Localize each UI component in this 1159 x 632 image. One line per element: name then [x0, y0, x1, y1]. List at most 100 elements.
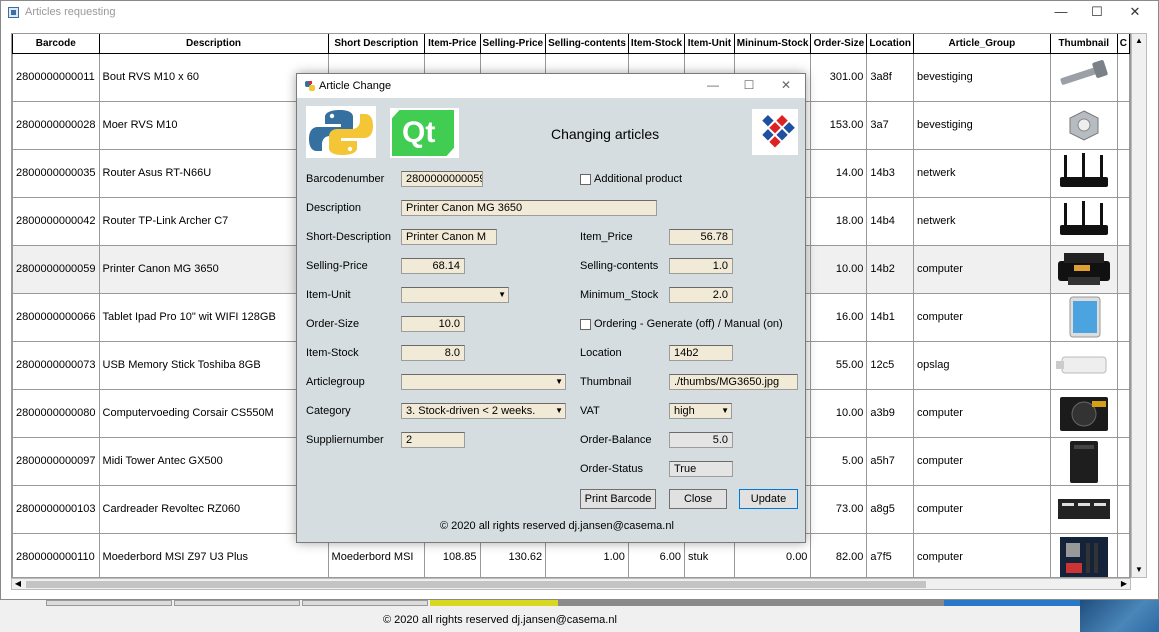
table-cell-order-size[interactable]: 55.00	[810, 340, 868, 390]
scroll-down-arrow-icon[interactable]: ▼	[1132, 563, 1146, 577]
maximize-button[interactable]: ☐	[1079, 1, 1115, 25]
suppliernumber-field[interactable]: 2	[401, 432, 465, 448]
selling-contents-field[interactable]: 1.0	[669, 258, 733, 274]
column-header[interactable]: Item-Unit	[684, 34, 735, 54]
table-cell-extra[interactable]	[1116, 388, 1130, 438]
table-cell-order-size[interactable]: 301.00	[810, 52, 868, 102]
table-cell-group[interactable]: computer	[913, 436, 1051, 486]
table-cell-extra[interactable]	[1116, 436, 1130, 486]
order-size-field[interactable]: 10.0	[401, 316, 465, 332]
table-cell-barcode[interactable]: 2800000000080	[12, 388, 100, 438]
print-barcode-button[interactable]: Print Barcode	[580, 489, 656, 509]
short-description-field[interactable]: Printer Canon M	[401, 229, 497, 245]
column-header[interactable]: Mininum-Stock	[733, 34, 812, 54]
table-cell-description[interactable]: Cardreader Revoltec RZ060	[98, 484, 329, 534]
table-cell-group[interactable]: bevestiging	[913, 52, 1051, 102]
table-cell-extra[interactable]	[1116, 148, 1130, 198]
column-header[interactable]: Thumbnail	[1049, 34, 1118, 54]
table-cell-barcode[interactable]: 2800000000059	[12, 244, 100, 294]
table-cell-barcode[interactable]: 2800000000011	[12, 52, 100, 102]
table-cell-extra[interactable]	[1116, 532, 1130, 577]
ordering-mode-checkbox[interactable]	[580, 319, 591, 330]
table-cell-barcode[interactable]: 2800000000110	[12, 532, 100, 577]
chevron-down-icon[interactable]: ▼	[721, 404, 729, 418]
table-cell-description[interactable]: Printer Canon MG 3650	[98, 244, 329, 294]
vat-select[interactable]: high ▼	[669, 403, 732, 419]
table-cell-order-size[interactable]: 16.00	[810, 292, 868, 342]
minimum-stock-field[interactable]: 2.0	[669, 287, 733, 303]
table-cell-description[interactable]: Moer RVS M10	[98, 100, 329, 150]
minimize-button[interactable]: —	[1043, 1, 1079, 25]
item-stock-field[interactable]: 8.0	[401, 345, 465, 361]
table-cell-order-size[interactable]: 153.00	[810, 100, 868, 150]
table-cell-description[interactable]: Moederbord MSI Z97 U3 Plus	[98, 532, 329, 577]
horizontal-scrollbar[interactable]: ◀ ▶	[11, 578, 1131, 590]
table-cell-order-size[interactable]: 82.00	[810, 532, 868, 577]
thumbnail-field[interactable]: ./thumbs/MG3650.jpg	[669, 374, 798, 390]
close-button[interactable]: ✕	[1117, 1, 1153, 25]
table-cell-description[interactable]: USB Memory Stick Toshiba 8GB	[98, 340, 329, 390]
table-cell-description[interactable]: Computervoeding Corsair CS550M	[98, 388, 329, 438]
column-header[interactable]: Item-Stock	[627, 34, 686, 54]
column-header[interactable]: Selling-Price	[479, 34, 547, 54]
dialog-minimize-button[interactable]: —	[694, 74, 732, 98]
table-cell-location[interactable]: 14b3	[866, 148, 915, 198]
column-header[interactable]: Barcode	[12, 34, 100, 54]
table-cell-barcode[interactable]: 2800000000103	[12, 484, 100, 534]
column-header[interactable]: Description	[98, 34, 329, 54]
chevron-down-icon[interactable]: ▼	[555, 375, 563, 389]
table-cell-location[interactable]: a5h7	[866, 436, 915, 486]
additional-product-checkbox[interactable]	[580, 174, 591, 185]
table-cell-extra[interactable]	[1116, 100, 1130, 150]
column-header[interactable]: Article_Group	[913, 34, 1051, 54]
table-cell-barcode[interactable]: 2800000000097	[12, 436, 100, 486]
table-cell-group[interactable]: computer	[913, 244, 1051, 294]
table-cell-description[interactable]: Router Asus RT-N66U	[98, 148, 329, 198]
table-cell-extra[interactable]	[1116, 196, 1130, 246]
chevron-down-icon[interactable]: ▼	[498, 288, 506, 302]
selling-price-field[interactable]: 68.14	[401, 258, 465, 274]
articlegroup-select[interactable]: ▼	[401, 374, 566, 390]
table-cell-order-size[interactable]: 73.00	[810, 484, 868, 534]
location-field[interactable]: 14b2	[669, 345, 733, 361]
table-cell-group[interactable]: netwerk	[913, 196, 1051, 246]
item-unit-select[interactable]: ▼	[401, 287, 509, 303]
table-cell-extra[interactable]	[1116, 340, 1130, 390]
column-header[interactable]: Order-Size	[810, 34, 868, 54]
table-cell-extra[interactable]	[1116, 52, 1130, 102]
table-cell-group[interactable]: netwerk	[913, 148, 1051, 198]
table-cell-location[interactable]: 3a8f	[866, 52, 915, 102]
table-cell-description[interactable]: Midi Tower Antec GX500	[98, 436, 329, 486]
horizontal-scroll-thumb[interactable]	[26, 581, 926, 588]
table-cell-description[interactable]: Router TP-Link Archer C7	[98, 196, 329, 246]
barcodenumber-field[interactable]: 2800000000059	[401, 171, 483, 187]
item-price-field[interactable]: 56.78	[669, 229, 733, 245]
update-button[interactable]: Update	[739, 489, 798, 509]
table-cell-group[interactable]: opslag	[913, 340, 1051, 390]
table-cell-barcode[interactable]: 2800000000073	[12, 340, 100, 390]
table-cell-group[interactable]: computer	[913, 532, 1051, 577]
vertical-scrollbar[interactable]: ▲ ▼	[1131, 33, 1147, 578]
table-cell-barcode[interactable]: 2800000000035	[12, 148, 100, 198]
table-cell-location[interactable]: 3a7	[866, 100, 915, 150]
table-cell-description[interactable]: Tablet Ipad Pro 10" wit WIFI 128GB	[98, 292, 329, 342]
column-header[interactable]: Location	[866, 34, 915, 54]
column-header[interactable]: Short Description	[327, 34, 426, 54]
table-cell-barcode[interactable]: 2800000000066	[12, 292, 100, 342]
description-field[interactable]: Printer Canon MG 3650	[401, 200, 657, 216]
scroll-right-arrow-icon[interactable]: ▶	[1118, 578, 1130, 590]
table-cell-order-size[interactable]: 18.00	[810, 196, 868, 246]
dialog-close-button[interactable]: ✕	[767, 74, 805, 98]
dialog-maximize-button[interactable]: ☐	[730, 74, 768, 98]
table-cell-barcode[interactable]: 2800000000042	[12, 196, 100, 246]
category-select[interactable]: 3. Stock-driven < 2 weeks. ▼	[401, 403, 566, 419]
table-cell-group[interactable]: computer	[913, 484, 1051, 534]
table-cell-location[interactable]: a3b9	[866, 388, 915, 438]
column-header[interactable]: Selling-contents	[545, 34, 629, 54]
table-cell-location[interactable]: a7f5	[866, 532, 915, 577]
scroll-left-arrow-icon[interactable]: ◀	[12, 578, 24, 590]
table-cell-group[interactable]: computer	[913, 292, 1051, 342]
column-header[interactable]: C	[1116, 34, 1130, 54]
table-cell-order-size[interactable]: 5.00	[810, 436, 868, 486]
table-cell-group[interactable]: computer	[913, 388, 1051, 438]
